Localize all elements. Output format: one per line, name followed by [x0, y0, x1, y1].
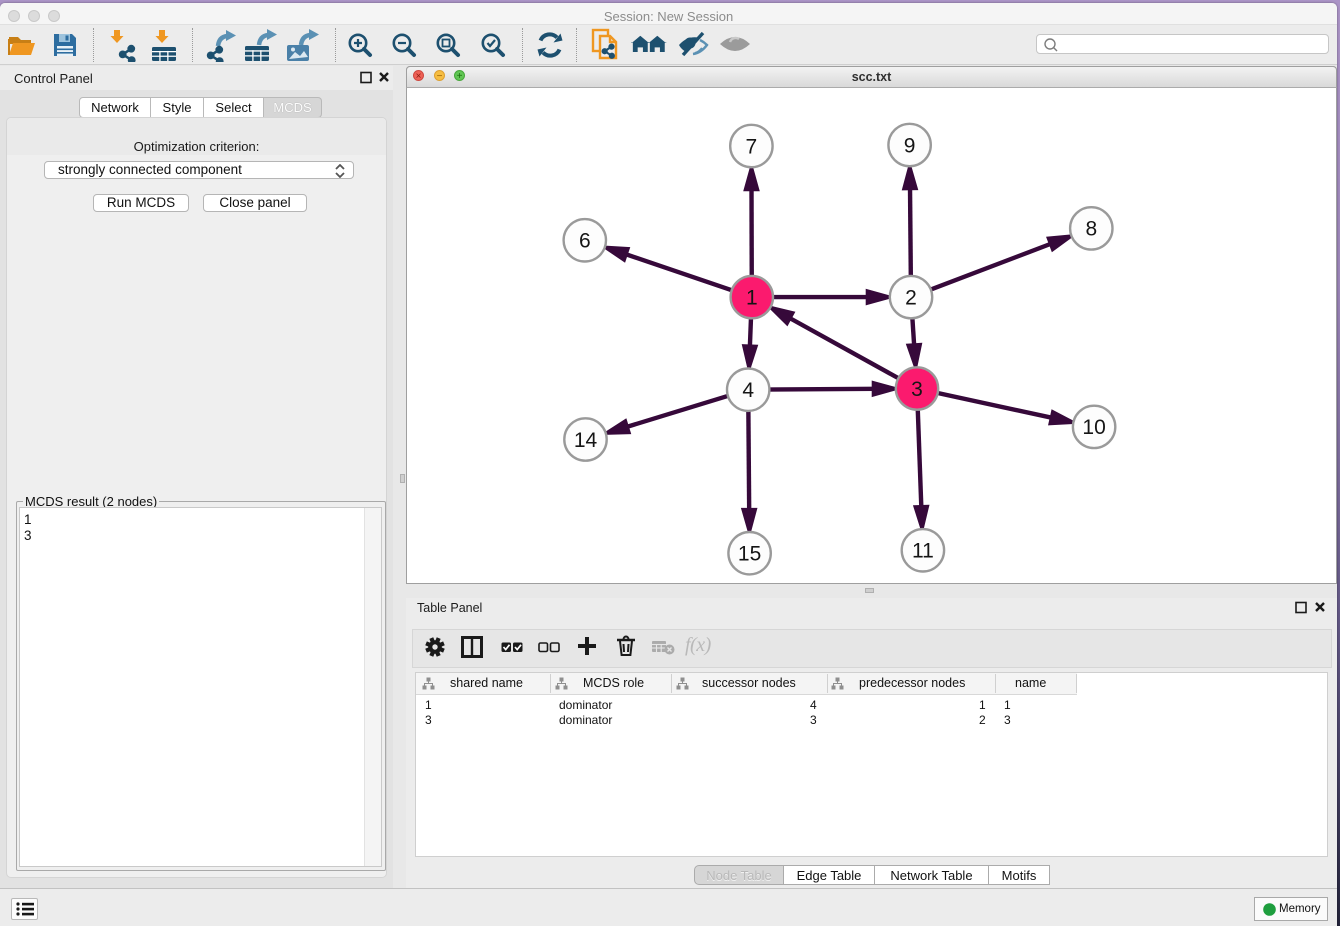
- svg-text:9: 9: [904, 134, 916, 157]
- svg-text:8: 8: [1085, 218, 1097, 241]
- svg-text:2: 2: [905, 286, 917, 309]
- svg-text:6: 6: [579, 230, 591, 253]
- svg-text:1: 1: [746, 286, 758, 309]
- svg-text:7: 7: [746, 135, 758, 158]
- svg-text:15: 15: [738, 543, 761, 566]
- svg-text:10: 10: [1082, 416, 1105, 439]
- svg-text:4: 4: [742, 379, 754, 402]
- svg-text:3: 3: [911, 378, 923, 401]
- svg-text:14: 14: [574, 429, 598, 452]
- svg-text:11: 11: [912, 540, 934, 563]
